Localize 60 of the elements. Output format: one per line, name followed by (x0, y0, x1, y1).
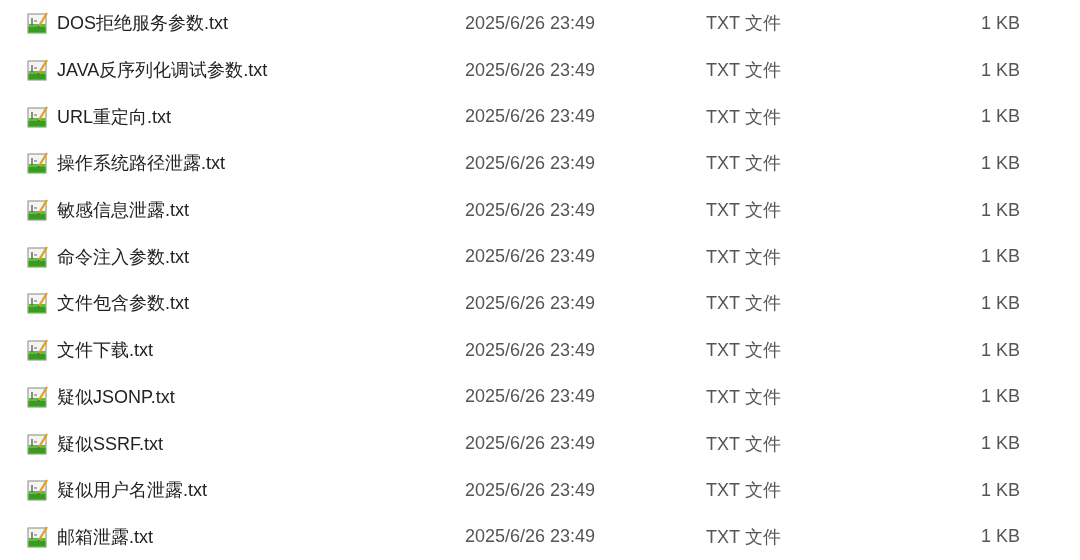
file-size: 1 KB (979, 386, 1020, 408)
text-file-icon (27, 12, 49, 35)
text-file-icon (27, 152, 49, 175)
text-file-icon (27, 292, 49, 315)
text-file-icon (27, 59, 49, 82)
modified-date: 2025/6/26 23:49 (465, 246, 597, 268)
text-file-icon (27, 479, 49, 502)
text-file-icon (27, 432, 49, 455)
file-size: 1 KB (979, 246, 1020, 268)
file-name[interactable]: 疑似JSONP.txt (57, 384, 175, 409)
file-type: TXT 文件 (706, 12, 782, 36)
file-type: TXT 文件 (706, 432, 782, 456)
file-size: 1 KB (979, 339, 1020, 361)
file-type: TXT 文件 (706, 339, 782, 363)
modified-date: 2025/6/26 23:49 (465, 152, 597, 174)
file-size: 1 KB (979, 292, 1020, 314)
file-type: TXT 文件 (706, 385, 782, 409)
file-type: TXT 文件 (706, 479, 782, 503)
file-name[interactable]: JAVA反序列化调试参数.txt (57, 58, 268, 83)
file-name[interactable]: 操作系统路径泄露.txt (57, 151, 225, 176)
file-name[interactable]: 疑似用户名泄露.txt (57, 478, 207, 503)
file-name[interactable]: 命令注入参数.txt (57, 244, 189, 269)
file-name[interactable]: URL重定向.txt (57, 104, 171, 129)
modified-date: 2025/6/26 23:49 (465, 433, 597, 455)
file-name[interactable]: 文件下载.txt (57, 338, 153, 363)
file-type: TXT 文件 (706, 245, 782, 269)
file-size: 1 KB (979, 433, 1020, 455)
file-type: TXT 文件 (706, 59, 782, 83)
file-size: 1 KB (979, 479, 1020, 501)
file-type: TXT 文件 (706, 199, 782, 223)
file-size: 1 KB (979, 106, 1020, 128)
file-type: TXT 文件 (706, 525, 782, 549)
file-name[interactable]: 疑似SSRF.txt (57, 431, 163, 456)
file-size: 1 KB (979, 12, 1020, 34)
text-file-icon (27, 199, 49, 222)
modified-date: 2025/6/26 23:49 (465, 12, 597, 34)
file-size: 1 KB (979, 59, 1020, 81)
modified-date: 2025/6/26 23:49 (465, 526, 597, 548)
file-type: TXT 文件 (706, 105, 782, 129)
file-type: TXT 文件 (706, 152, 782, 176)
file-size: 1 KB (979, 199, 1020, 221)
text-file-icon (27, 339, 49, 362)
text-file-icon (27, 385, 49, 408)
modified-date: 2025/6/26 23:49 (465, 106, 597, 128)
modified-date: 2025/6/26 23:49 (465, 199, 597, 221)
modified-date: 2025/6/26 23:49 (465, 292, 597, 314)
file-name[interactable]: 文件包含参数.txt (57, 291, 189, 316)
file-type: TXT 文件 (706, 292, 782, 316)
modified-date: 2025/6/26 23:49 (465, 339, 597, 361)
file-name[interactable]: 邮箱泄露.txt (57, 524, 153, 549)
modified-date: 2025/6/26 23:49 (465, 386, 597, 408)
text-file-icon (27, 245, 49, 268)
file-size: 1 KB (979, 152, 1020, 174)
file-name[interactable]: 敏感信息泄露.txt (57, 198, 189, 223)
modified-date: 2025/6/26 23:49 (465, 479, 597, 501)
text-file-icon (27, 105, 49, 128)
text-file-icon (27, 525, 49, 548)
file-name[interactable]: DOS拒绝服务参数.txt (57, 11, 228, 36)
file-size: 1 KB (979, 526, 1020, 548)
modified-date: 2025/6/26 23:49 (465, 59, 597, 81)
